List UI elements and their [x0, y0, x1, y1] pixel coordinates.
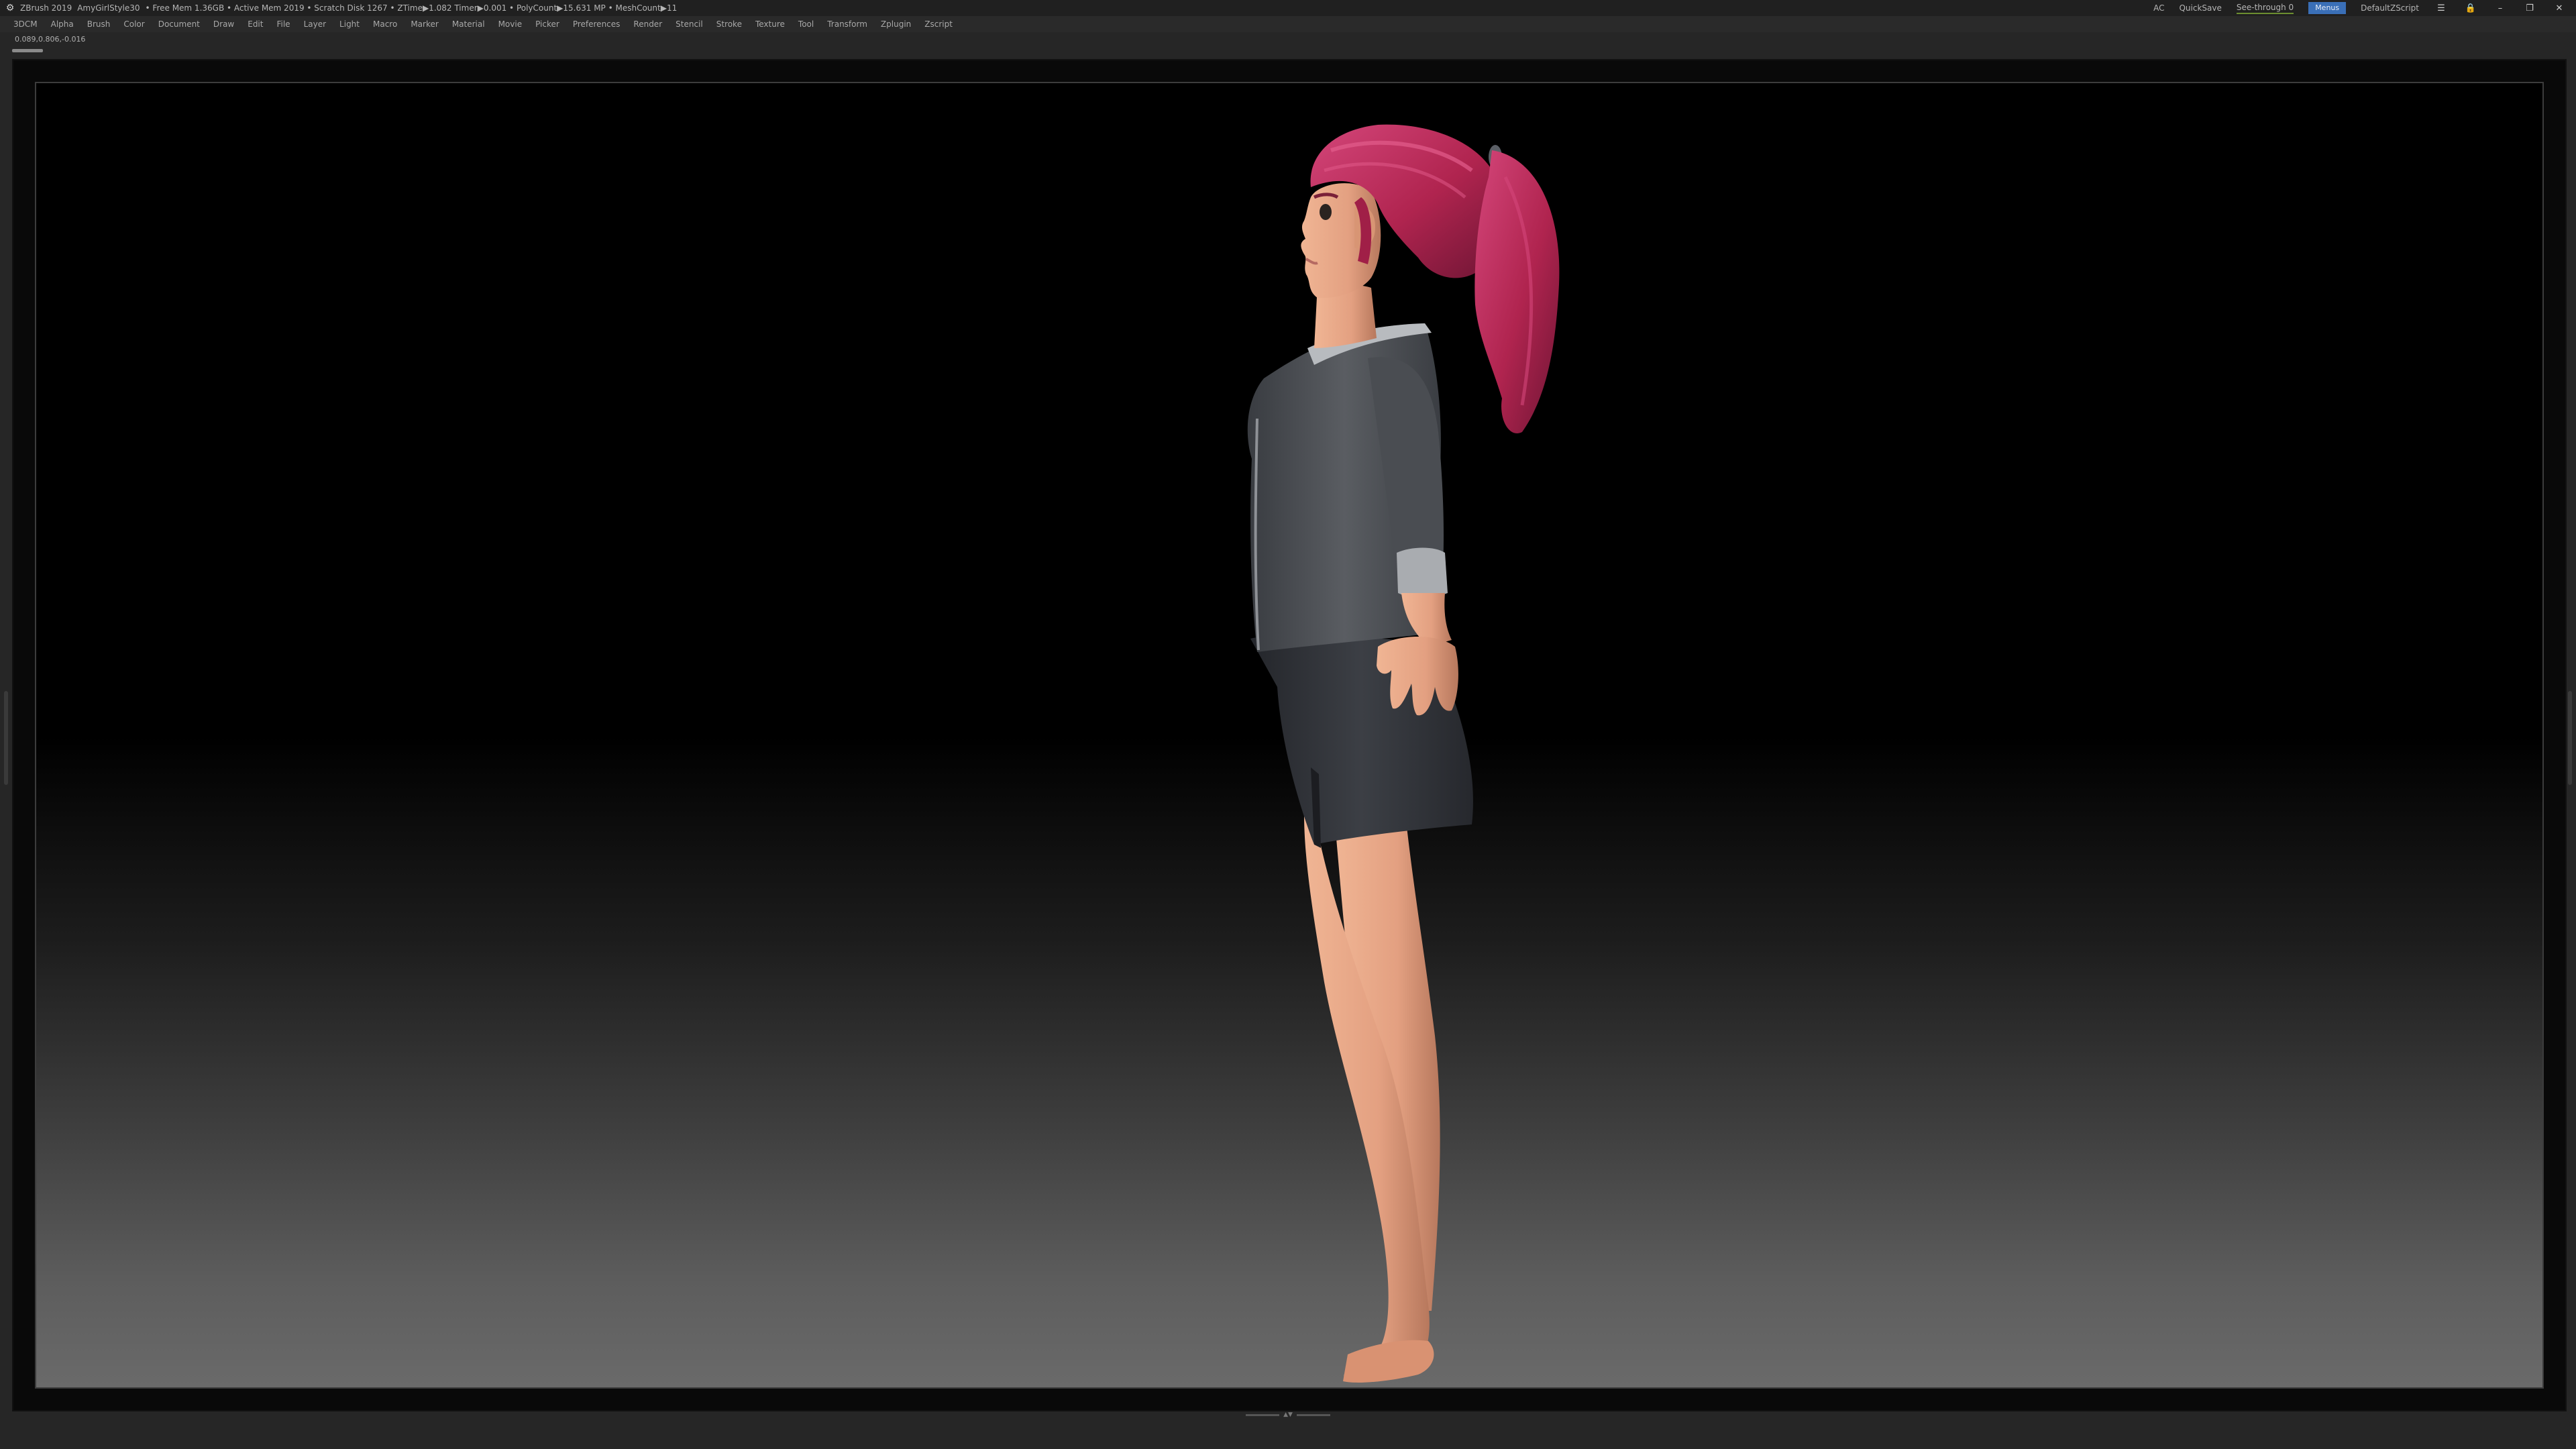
- restore-icon[interactable]: ❐: [2522, 3, 2537, 13]
- main-menu-bar: 3DCM Alpha Brush Color Document Draw Edi…: [0, 16, 2576, 32]
- cursor-coordinates: 0.089,0.806,-0.016: [15, 35, 86, 44]
- see-through-slider[interactable]: See-through 0: [2236, 3, 2294, 14]
- character-model: [1247, 124, 1560, 1383]
- sleeve-cuff: [1397, 547, 1448, 598]
- eye: [1320, 204, 1332, 220]
- menu-texture[interactable]: Texture: [755, 19, 785, 29]
- app-name: ZBrush 2019: [20, 3, 72, 13]
- bottom-handle-line-right: [1296, 1413, 1330, 1416]
- menu-material[interactable]: Material: [452, 19, 485, 29]
- menu-brush[interactable]: Brush: [87, 19, 111, 29]
- menu-zplugin[interactable]: Zplugin: [881, 19, 911, 29]
- title-bar: ⚙ ZBrush 2019 AmyGirlStyle30 • Free Mem …: [0, 0, 2576, 16]
- menu-layer[interactable]: Layer: [304, 19, 326, 29]
- minimize-icon[interactable]: –: [2493, 3, 2508, 13]
- menu-edit[interactable]: Edit: [248, 19, 263, 29]
- bottom-tray-handle[interactable]: ▲▼: [1244, 1411, 1332, 1418]
- project-name: AmyGirlStyle30: [77, 3, 140, 13]
- menu-picker[interactable]: Picker: [535, 19, 559, 29]
- menu-marker[interactable]: Marker: [411, 19, 438, 29]
- quicksave-button[interactable]: QuickSave: [2179, 3, 2221, 13]
- bottom-handle-line-left: [1246, 1413, 1280, 1416]
- menu-stroke[interactable]: Stroke: [716, 19, 742, 29]
- document-canvas[interactable]: [35, 82, 2544, 1389]
- menu-document[interactable]: Document: [158, 19, 200, 29]
- expand-arrows-icon[interactable]: ▲▼: [1283, 1411, 1293, 1418]
- menu-draw[interactable]: Draw: [213, 19, 234, 29]
- palette-icon[interactable]: ☰: [2434, 3, 2449, 13]
- foot: [1343, 1340, 1434, 1383]
- menu-stencil[interactable]: Stencil: [676, 19, 703, 29]
- menu-alpha[interactable]: Alpha: [51, 19, 74, 29]
- right-tray-handle[interactable]: [2568, 691, 2572, 785]
- menu-file[interactable]: File: [276, 19, 290, 29]
- menu-tool[interactable]: Tool: [798, 19, 814, 29]
- menu-preferences[interactable]: Preferences: [573, 19, 621, 29]
- menu-transform[interactable]: Transform: [827, 19, 867, 29]
- title-right-controls: AC QuickSave See-through 0 Menus Default…: [2153, 2, 2567, 14]
- menu-zscript[interactable]: Zscript: [924, 19, 953, 29]
- lock-icon[interactable]: 🔒: [2463, 3, 2478, 13]
- menu-macro[interactable]: Macro: [373, 19, 397, 29]
- left-tray-handle[interactable]: [4, 691, 8, 785]
- ac-toggle[interactable]: AC: [2153, 3, 2164, 13]
- menus-button[interactable]: Menus: [2308, 2, 2347, 14]
- close-icon[interactable]: ✕: [2552, 3, 2567, 13]
- menu-light[interactable]: Light: [339, 19, 360, 29]
- menu-movie[interactable]: Movie: [498, 19, 523, 29]
- menu-render[interactable]: Render: [633, 19, 662, 29]
- coordinate-strip: 0.089,0.806,-0.016: [0, 32, 2576, 59]
- ponytail: [1474, 150, 1560, 433]
- memory-stats: • Free Mem 1.36GB • Active Mem 2019 • Sc…: [145, 3, 678, 13]
- zbrush-app-icon[interactable]: ⚙: [4, 2, 16, 14]
- menu-3dcm[interactable]: 3DCM: [13, 19, 38, 29]
- menu-color[interactable]: Color: [123, 19, 144, 29]
- bottom-tray: [0, 1419, 2576, 1449]
- shelf-handle[interactable]: [12, 49, 43, 52]
- default-zscript-button[interactable]: DefaultZScript: [2361, 3, 2419, 13]
